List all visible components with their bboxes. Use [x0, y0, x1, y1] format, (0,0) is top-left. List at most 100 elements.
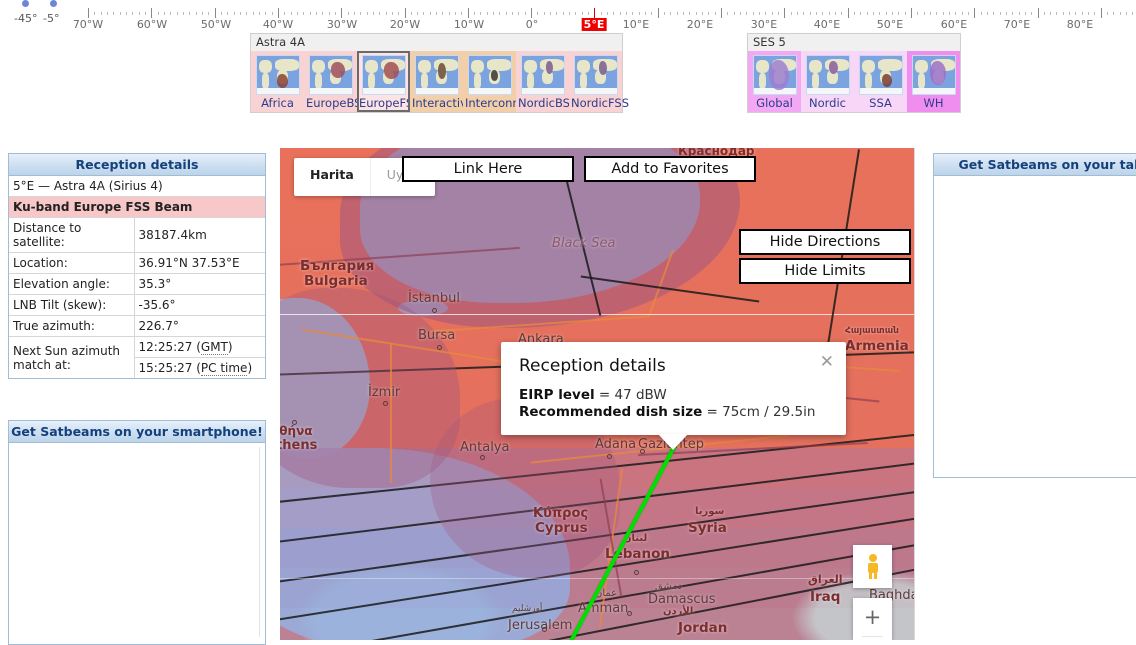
beam-item-nordicfss[interactable]: NordicFSS	[569, 51, 629, 112]
ruler-tick-minor	[391, 12, 393, 15]
ruler-tick-minor	[1043, 12, 1045, 15]
street-view-pegman-icon[interactable]	[853, 545, 892, 588]
beam-thumbnail-icon	[752, 55, 797, 95]
city-dot-icon	[383, 401, 388, 406]
beam-item-europebss[interactable]: EuropeBSS	[304, 51, 369, 112]
ruler-label[interactable]: 10°E	[623, 18, 649, 31]
thumb-antarctica	[256, 88, 299, 94]
ruler-tick-minor	[834, 12, 836, 15]
ruler-tick-selected	[594, 8, 595, 18]
ruler-label[interactable]: 20°E	[687, 18, 713, 31]
satellite-marker-5e[interactable]	[50, 0, 57, 7]
add-to-favorites-button[interactable]: Add to Favorites	[584, 156, 756, 182]
close-icon[interactable]: ✕	[820, 354, 834, 371]
ruler-tick-minor	[739, 12, 741, 15]
ruler-tick-minor	[284, 12, 286, 15]
ruler-tick-major	[151, 8, 153, 18]
ruler-label[interactable]: 70°E	[1004, 18, 1030, 31]
ruler-tick-minor	[233, 12, 235, 15]
ruler-label[interactable]: 60°E	[941, 18, 967, 31]
zoom-in-button[interactable]: +	[853, 598, 892, 636]
ruler-label[interactable]: 40°W	[263, 18, 293, 31]
beam-item-ssa[interactable]: SSA	[854, 51, 907, 112]
ruler-label[interactable]: 20°W	[390, 18, 420, 31]
beam-item-wh[interactable]: WH	[907, 51, 960, 112]
ruler-tick-minor	[613, 12, 615, 15]
ruler-tick-minor	[809, 12, 811, 15]
ruler-left-label[interactable]: -5°	[43, 12, 59, 25]
ruler-label[interactable]: 50°E	[877, 18, 903, 31]
map-label: دمشق	[655, 581, 683, 592]
pc-time-abbr: PC time	[200, 361, 248, 376]
ruler-tick-minor	[1050, 12, 1052, 15]
beam-thumbnail-icon	[308, 55, 353, 95]
map-label: Bursa	[418, 328, 456, 343]
hide-directions-button[interactable]: Hide Directions	[739, 229, 911, 255]
ruler-label-selected[interactable]: 5°E	[581, 18, 607, 31]
ruler-tick-minor	[220, 12, 222, 15]
ruler-tick-minor	[1012, 12, 1014, 15]
table-row: Ku-band Europe FSS Beam	[9, 196, 265, 218]
ruler-tick-minor	[448, 12, 450, 15]
ruler-label[interactable]: 0°	[526, 18, 539, 31]
city-dot-icon	[607, 454, 612, 459]
ruler-label[interactable]: 70°W	[73, 18, 103, 31]
ruler-tick-minor	[474, 12, 476, 15]
ruler-tick-minor	[683, 12, 685, 15]
beam-item-interconnect[interactable]: Interconnect	[463, 51, 538, 112]
zoom-control[interactable]: +	[853, 598, 892, 640]
ruler-tick-minor	[1069, 12, 1071, 15]
link-here-button[interactable]: Link Here	[402, 156, 574, 182]
thumb-landmass	[258, 60, 272, 73]
beam-item-global[interactable]: Global	[748, 51, 801, 112]
thumb-antarctica	[912, 88, 955, 94]
beam-item-europefss[interactable]: EuropeFSS	[357, 51, 420, 112]
ruler-tick-major	[721, 8, 722, 18]
ruler-tick-major	[214, 8, 216, 18]
satellite-marker-45w[interactable]	[22, 0, 29, 7]
ruler-tick-minor	[360, 12, 362, 15]
thumb-antarctica	[468, 88, 511, 94]
city-dot-icon	[437, 345, 442, 350]
ruler-tick-major	[657, 8, 659, 18]
beam-item-interactive[interactable]: Interactive	[410, 51, 474, 112]
ruler-label[interactable]: 80°E	[1067, 18, 1093, 31]
ruler-tick-minor	[619, 12, 621, 15]
beam-item-nordic[interactable]: Nordic	[801, 51, 854, 112]
ruler-tick-minor	[853, 12, 855, 15]
promo-scrollbar[interactable]	[259, 447, 264, 637]
ruler-tick-minor	[777, 12, 779, 15]
ruler-tick-minor	[885, 12, 887, 15]
ruler-tick-minor	[1094, 12, 1096, 15]
map-type-map[interactable]: Harita	[294, 158, 370, 196]
map-label: İstanbul	[408, 291, 461, 306]
thumb-landmass	[877, 59, 902, 71]
ruler-label[interactable]: 10°W	[454, 18, 484, 31]
beam-strip: Global Nordic SSA WH	[748, 51, 960, 112]
city-dot-icon	[627, 611, 632, 616]
longitude-ruler[interactable]: -45° -5° 70°W 60°W 50°W 40°W 30°W 20°W 10°W 0° 5°…	[0, 0, 1136, 31]
ruler-label[interactable]: 50°W	[201, 18, 231, 31]
ruler-label[interactable]: 40°E	[814, 18, 840, 31]
beam-item-nordicbss[interactable]: NordicBSS	[516, 51, 577, 112]
satellite-footprint-map[interactable]: Black Sea Краснодар България Bulgaria İstanb…	[280, 148, 915, 640]
thumb-landmass	[367, 73, 375, 89]
smartphone-promo-panel: Get Satbeams on your smartphone!	[8, 420, 266, 645]
ruler-tick-minor	[955, 12, 957, 15]
beam-item-africa[interactable]: Africa	[251, 51, 304, 112]
ruler-tick-minor	[607, 12, 609, 15]
thumb-landmass	[917, 73, 925, 89]
beam-selector-row[interactable]: Astra 4A Africa EuropeBSS EuropeFSS Interact…	[0, 33, 1136, 121]
ruler-label[interactable]: 30°E	[751, 18, 777, 31]
map-label: Jordan	[678, 620, 728, 636]
ruler-tick-minor	[550, 12, 552, 15]
ruler-tick-minor	[1005, 12, 1007, 15]
ruler-left-label[interactable]: -45°	[14, 12, 37, 25]
ruler-tick-minor	[524, 12, 526, 15]
eirp-level-value: = 47 dBW	[594, 387, 667, 403]
ruler-tick-minor	[727, 12, 729, 15]
ruler-label[interactable]: 30°W	[327, 18, 357, 31]
thumb-landmass	[261, 73, 269, 89]
hide-limits-button[interactable]: Hide Limits	[739, 258, 911, 284]
ruler-label[interactable]: 60°W	[137, 18, 167, 31]
